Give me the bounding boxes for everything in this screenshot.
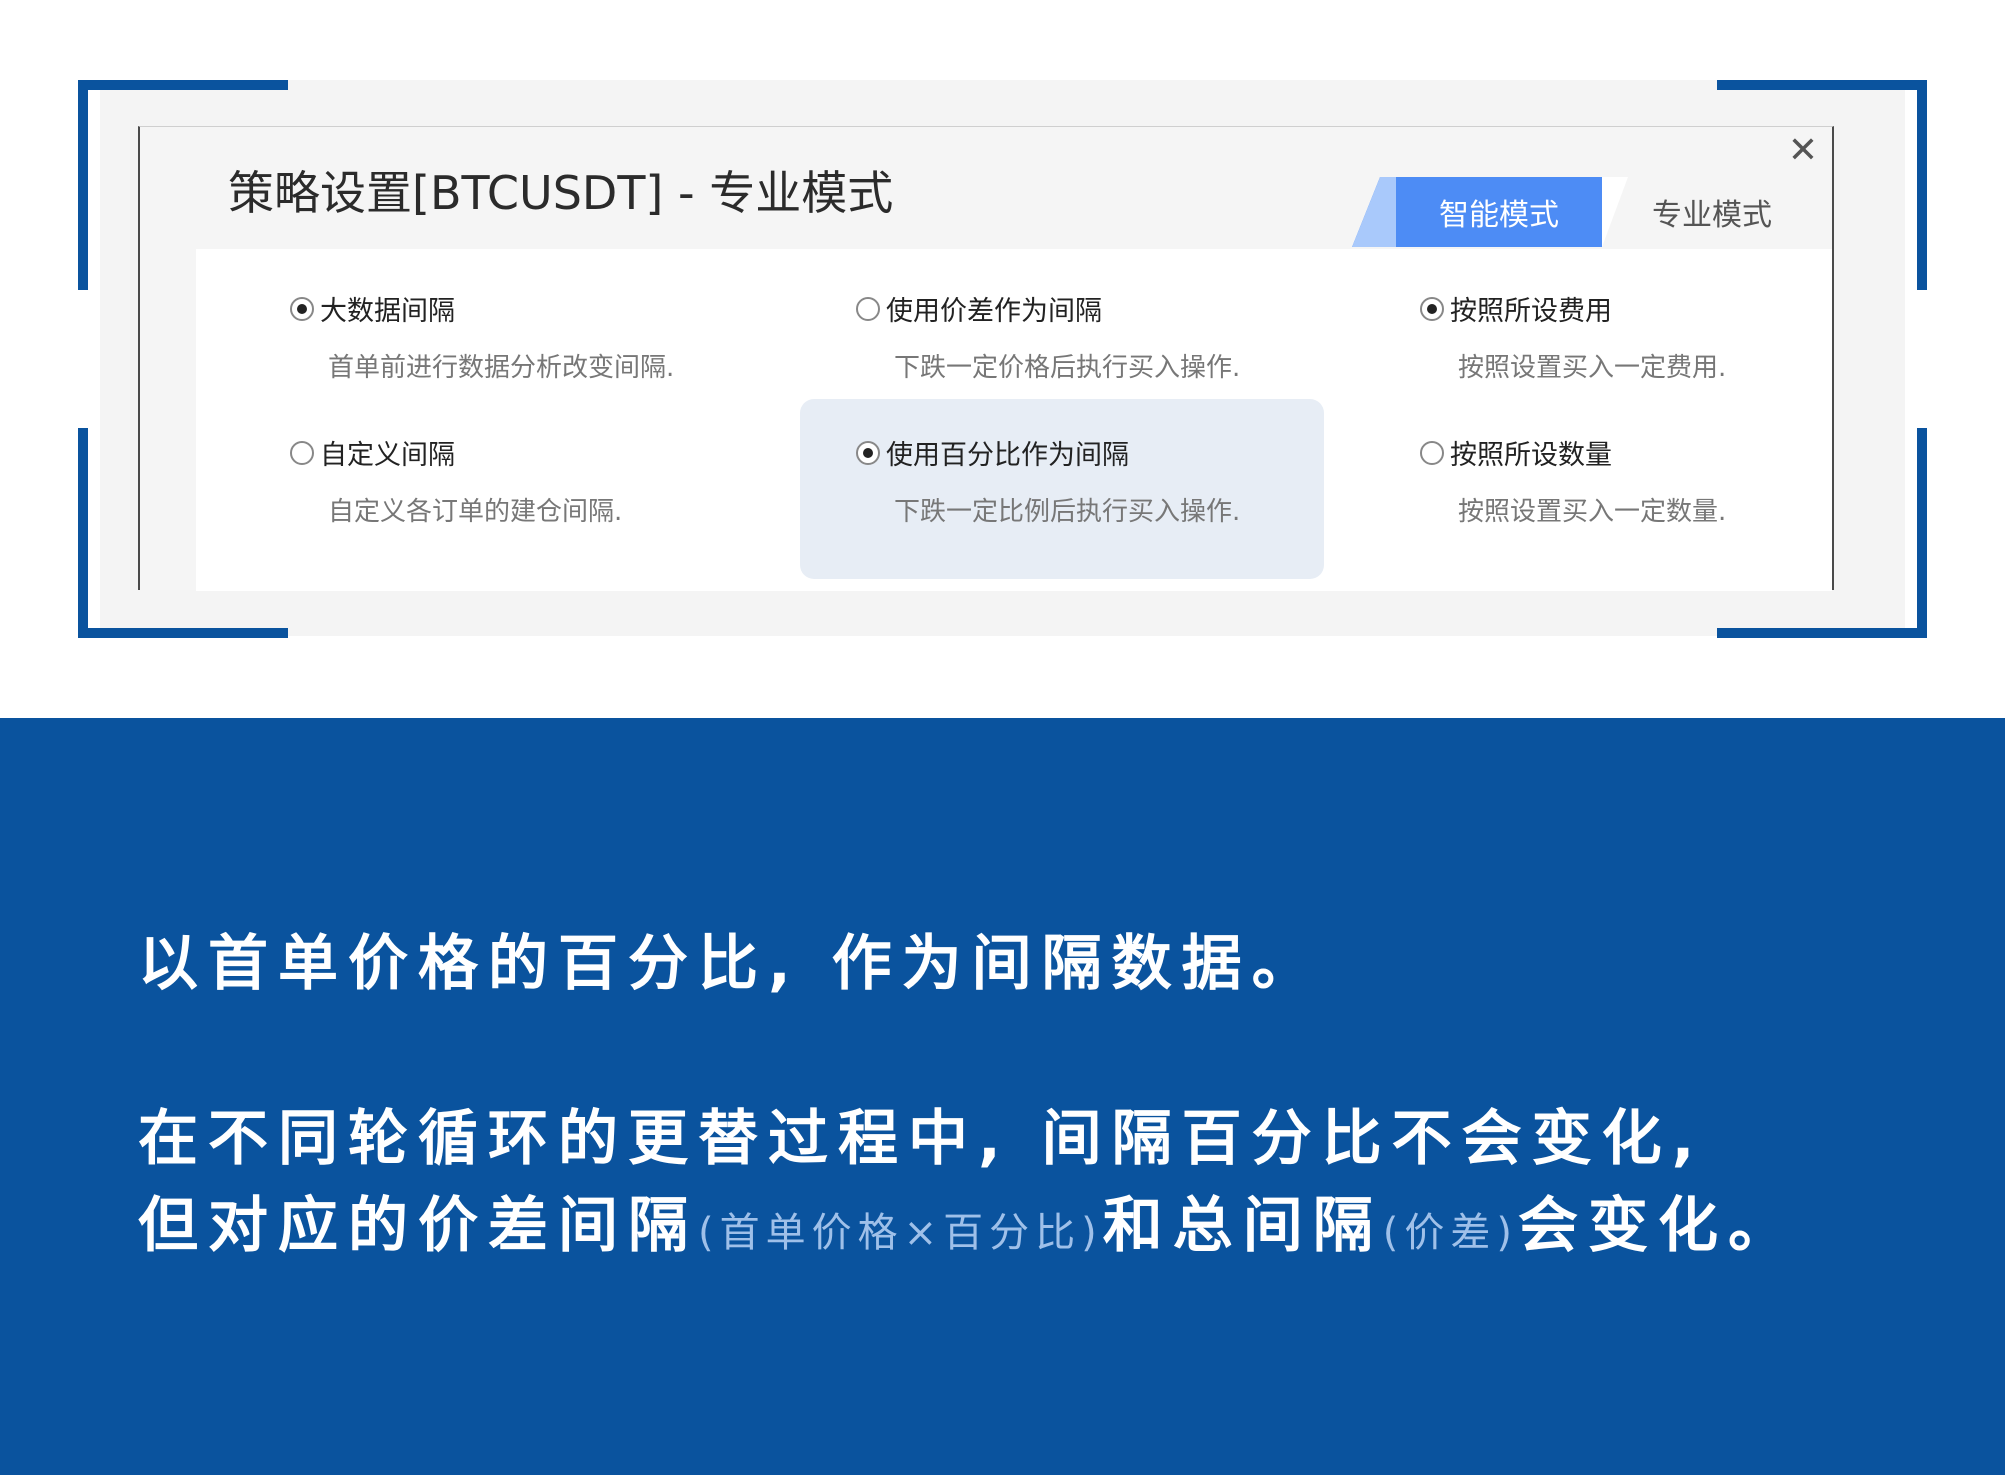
caption-text: 但对应的价差间隔 xyxy=(138,1191,698,1261)
mode-tabs: 智能模式 专业模式 xyxy=(1352,177,1822,247)
caption-panel: 以首单价格的百分比, 作为间隔数据。 在不同轮循环的更替过程中, 间隔百分比不会… xyxy=(0,718,2005,1475)
option-by-fee[interactable]: 按照所设费用 按照设置买入一定费用. xyxy=(1420,289,1940,429)
option-big-data-interval[interactable]: 大数据间隔 首单前进行数据分析改变间隔. xyxy=(290,289,810,429)
option-description: 下跌一定比例后执行买入操作. xyxy=(894,497,1241,527)
tab-smart-mode[interactable]: 智能模式 xyxy=(1352,177,1602,247)
caption-text: 和总间隔 xyxy=(1102,1191,1383,1261)
radio-checked-icon[interactable] xyxy=(290,296,314,321)
caption-note: (首单价格×百分比) xyxy=(698,1210,1103,1256)
option-title: 按照所设数量 xyxy=(1450,440,1612,471)
option-title: 使用价差作为间隔 xyxy=(886,296,1102,327)
option-title: 大数据间隔 xyxy=(320,296,455,327)
radio-unchecked-icon[interactable] xyxy=(1420,440,1444,465)
caption-line-2: 在不同轮循环的更替过程中, 间隔百分比不会变化, xyxy=(138,1104,1705,1174)
caption-text: 会变化。 xyxy=(1517,1191,1798,1261)
tab-pro-mode[interactable]: 专业模式 xyxy=(1602,177,1822,247)
option-title: 按照所设费用 xyxy=(1450,296,1612,327)
option-percent-interval[interactable]: 使用百分比作为间隔 下跌一定比例后执行买入操作. xyxy=(856,433,1376,573)
option-description: 按照设置买入一定数量. xyxy=(1458,497,1727,527)
close-icon[interactable]: ✕ xyxy=(1788,133,1818,169)
caption-note: (价差) xyxy=(1382,1210,1518,1256)
dialog-title: 策略设置[BTCUSDT] - 专业模式 xyxy=(228,166,894,220)
options-panel: 大数据间隔 首单前进行数据分析改变间隔. 使用价差作为间隔 下跌一定价格后执行买… xyxy=(196,249,1832,591)
option-description: 自定义各订单的建仓间隔. xyxy=(328,497,623,527)
caption-line-1: 以首单价格的百分比, 作为间隔数据。 xyxy=(138,929,1322,999)
radio-unchecked-icon[interactable] xyxy=(290,440,314,465)
radio-checked-icon[interactable] xyxy=(1420,296,1444,321)
option-description: 按照设置买入一定费用. xyxy=(1458,353,1727,383)
option-custom-interval[interactable]: 自定义间隔 自定义各订单的建仓间隔. xyxy=(290,433,810,573)
option-title: 使用百分比作为间隔 xyxy=(886,440,1129,471)
radio-unchecked-icon[interactable] xyxy=(856,296,880,321)
strategy-settings-dialog: 策略设置[BTCUSDT] - 专业模式 ✕ 智能模式 专业模式 大数据间隔 首… xyxy=(138,126,1834,591)
radio-checked-icon[interactable] xyxy=(856,440,880,465)
caption-line-3: 但对应的价差间隔(首单价格×百分比)和总间隔(价差)会变化。 xyxy=(138,1190,1798,1262)
option-title: 自定义间隔 xyxy=(320,440,455,471)
option-description: 下跌一定价格后执行买入操作. xyxy=(894,353,1241,383)
option-by-quantity[interactable]: 按照所设数量 按照设置买入一定数量. xyxy=(1420,433,1940,573)
option-description: 首单前进行数据分析改变间隔. xyxy=(328,353,675,383)
